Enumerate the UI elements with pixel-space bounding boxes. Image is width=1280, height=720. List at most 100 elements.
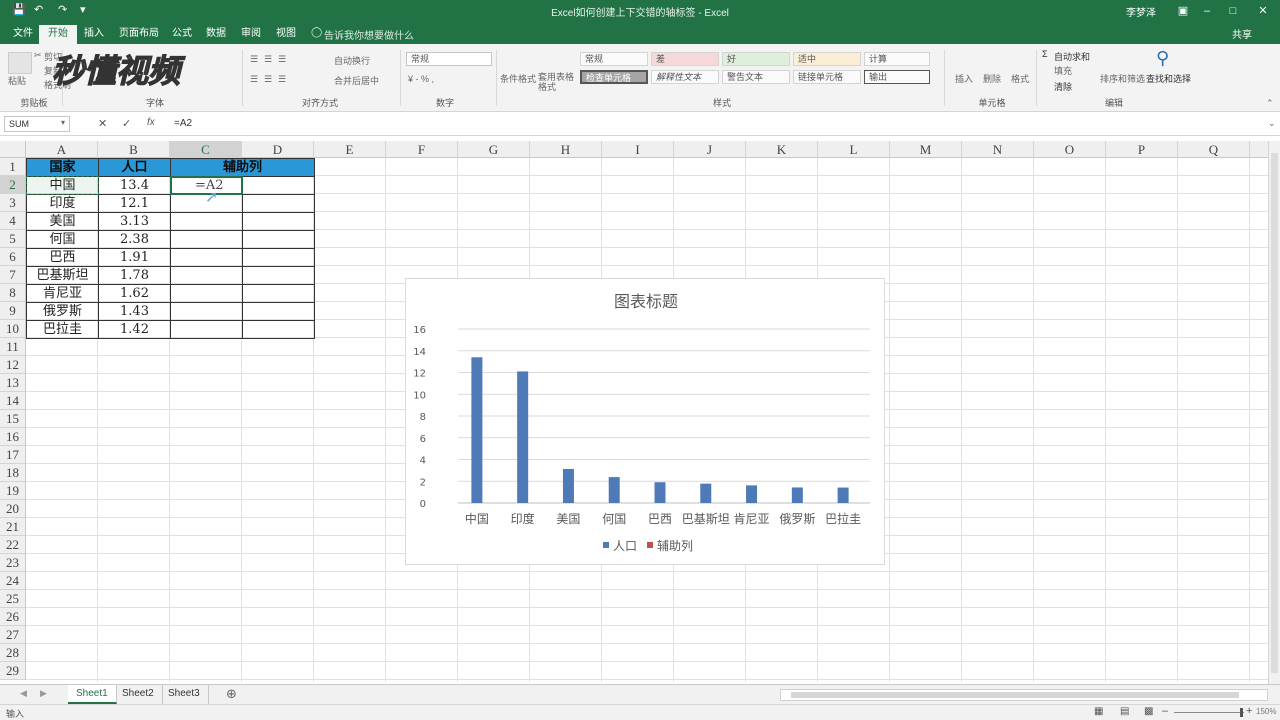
- table-cell[interactable]: 3.13: [98, 212, 171, 231]
- cancel-icon[interactable]: ✕: [98, 117, 107, 130]
- row-header-16[interactable]: 16: [0, 428, 26, 446]
- find-select-button[interactable]: 查找和选择: [1146, 72, 1191, 85]
- align-bottom-icon[interactable]: ☰: [278, 54, 286, 65]
- tab-file[interactable]: 文件: [4, 25, 42, 44]
- row-header-28[interactable]: 28: [0, 644, 26, 662]
- tab-review[interactable]: 审阅: [232, 25, 270, 44]
- align-top-icon[interactable]: ☰: [250, 54, 258, 65]
- style-output[interactable]: 输出: [864, 70, 930, 84]
- column-header-h[interactable]: H: [530, 141, 602, 158]
- zoom-in-icon[interactable]: +: [1246, 705, 1252, 717]
- name-box-dropdown-icon[interactable]: ▾: [61, 118, 65, 127]
- tell-me-search[interactable]: 告诉我你想要做什么: [324, 27, 414, 42]
- row-header-19[interactable]: 19: [0, 482, 26, 500]
- column-header-b[interactable]: B: [98, 141, 170, 158]
- table-cell[interactable]: [242, 230, 315, 249]
- column-header-l[interactable]: L: [818, 141, 890, 158]
- table-cell[interactable]: [242, 284, 315, 303]
- table-cell[interactable]: 俄罗斯: [26, 302, 99, 321]
- zoom-slider-thumb[interactable]: [1240, 708, 1243, 717]
- autosum-icon[interactable]: Σ: [1042, 49, 1048, 59]
- find-icon[interactable]: ⚲: [1156, 48, 1169, 69]
- row-header-15[interactable]: 15: [0, 410, 26, 428]
- vertical-scroll-thumb[interactable]: [1271, 153, 1278, 673]
- align-center-icon[interactable]: ☰: [264, 74, 272, 85]
- table-cell[interactable]: 1.91: [98, 248, 171, 267]
- row-header-6[interactable]: 6: [0, 248, 26, 266]
- table-cell[interactable]: 1.42: [98, 320, 171, 339]
- table-cell[interactable]: 巴西: [26, 248, 99, 267]
- column-header-e[interactable]: E: [314, 141, 386, 158]
- insert-function-icon[interactable]: fx: [147, 117, 155, 128]
- legend-label[interactable]: 人口: [613, 539, 637, 553]
- column-header-a[interactable]: A: [26, 141, 98, 158]
- minimize-icon[interactable]: –: [1196, 2, 1218, 20]
- select-all-button[interactable]: [0, 141, 26, 158]
- user-name[interactable]: 李梦泽: [1126, 4, 1156, 19]
- page-layout-view-icon[interactable]: ▤: [1120, 706, 1129, 717]
- tab-insert[interactable]: 插入: [75, 25, 113, 44]
- row-header-13[interactable]: 13: [0, 374, 26, 392]
- close-icon[interactable]: ✕: [1252, 2, 1274, 20]
- table-cell[interactable]: [170, 284, 243, 303]
- column-header-d[interactable]: D: [242, 141, 314, 158]
- table-cell[interactable]: [170, 212, 243, 231]
- style-bad[interactable]: 差: [651, 52, 719, 66]
- header-cell-population[interactable]: 人口: [98, 158, 171, 177]
- scroll-prev-sheet-icon[interactable]: ◀: [20, 688, 27, 699]
- legend-label[interactable]: 辅助列: [657, 539, 693, 553]
- header-cell-helper[interactable]: 辅助列: [170, 158, 315, 177]
- bar[interactable]: [791, 487, 803, 503]
- column-header-j[interactable]: J: [674, 141, 746, 158]
- scroll-next-sheet-icon[interactable]: ▶: [40, 688, 47, 699]
- column-header-f[interactable]: F: [386, 141, 458, 158]
- row-header-8[interactable]: 8: [0, 284, 26, 302]
- zoom-slider[interactable]: [1174, 712, 1244, 713]
- column-header-k[interactable]: K: [746, 141, 818, 158]
- zoom-out-icon[interactable]: –: [1162, 705, 1168, 717]
- table-cell[interactable]: 何国: [26, 230, 99, 249]
- style-neutral[interactable]: 适中: [793, 52, 861, 66]
- row-header-10[interactable]: 10: [0, 320, 26, 338]
- table-cell[interactable]: [170, 320, 243, 339]
- fill-button[interactable]: 填充: [1054, 64, 1072, 77]
- row-header-17[interactable]: 17: [0, 446, 26, 464]
- normal-view-icon[interactable]: ▦: [1094, 706, 1103, 717]
- sort-filter-button[interactable]: 排序和筛选: [1100, 72, 1145, 85]
- row-header-11[interactable]: 11: [0, 338, 26, 356]
- conditional-format-button[interactable]: 条件格式: [500, 72, 536, 85]
- style-explanatory[interactable]: 解释性文本: [651, 70, 719, 84]
- insert-cells-button[interactable]: 插入: [955, 72, 973, 85]
- table-cell[interactable]: [242, 194, 315, 213]
- clear-button[interactable]: 清除: [1054, 80, 1072, 93]
- row-header-22[interactable]: 22: [0, 536, 26, 554]
- bar[interactable]: [517, 371, 529, 503]
- style-good[interactable]: 好: [722, 52, 790, 66]
- paste-icon[interactable]: [8, 52, 32, 74]
- table-cell[interactable]: [170, 302, 243, 321]
- row-header-18[interactable]: 18: [0, 464, 26, 482]
- maximize-icon[interactable]: □: [1222, 2, 1244, 20]
- table-format-button[interactable]: 套用表格格式: [538, 72, 574, 92]
- bar[interactable]: [562, 468, 574, 503]
- add-sheet-icon[interactable]: ⊕: [226, 686, 237, 702]
- row-header-5[interactable]: 5: [0, 230, 26, 248]
- horizontal-scroll-thumb[interactable]: [791, 692, 1239, 698]
- table-cell[interactable]: [170, 266, 243, 285]
- column-header-g[interactable]: G: [458, 141, 530, 158]
- tab-page-layout[interactable]: 页面布局: [110, 25, 168, 44]
- table-cell[interactable]: 13.4: [98, 176, 171, 195]
- row-header-3[interactable]: 3: [0, 194, 26, 212]
- align-right-icon[interactable]: ☰: [278, 74, 286, 85]
- align-middle-icon[interactable]: ☰: [264, 54, 272, 65]
- table-cell[interactable]: 巴拉圭: [26, 320, 99, 339]
- style-warning[interactable]: 警告文本: [722, 70, 790, 84]
- row-header-14[interactable]: 14: [0, 392, 26, 410]
- vertical-scrollbar[interactable]: [1268, 141, 1280, 684]
- table-cell[interactable]: [242, 212, 315, 231]
- table-cell[interactable]: 12.1: [98, 194, 171, 213]
- row-header-4[interactable]: 4: [0, 212, 26, 230]
- number-format-dropdown[interactable]: 常规: [406, 52, 492, 66]
- row-header-7[interactable]: 7: [0, 266, 26, 284]
- table-cell[interactable]: [170, 248, 243, 267]
